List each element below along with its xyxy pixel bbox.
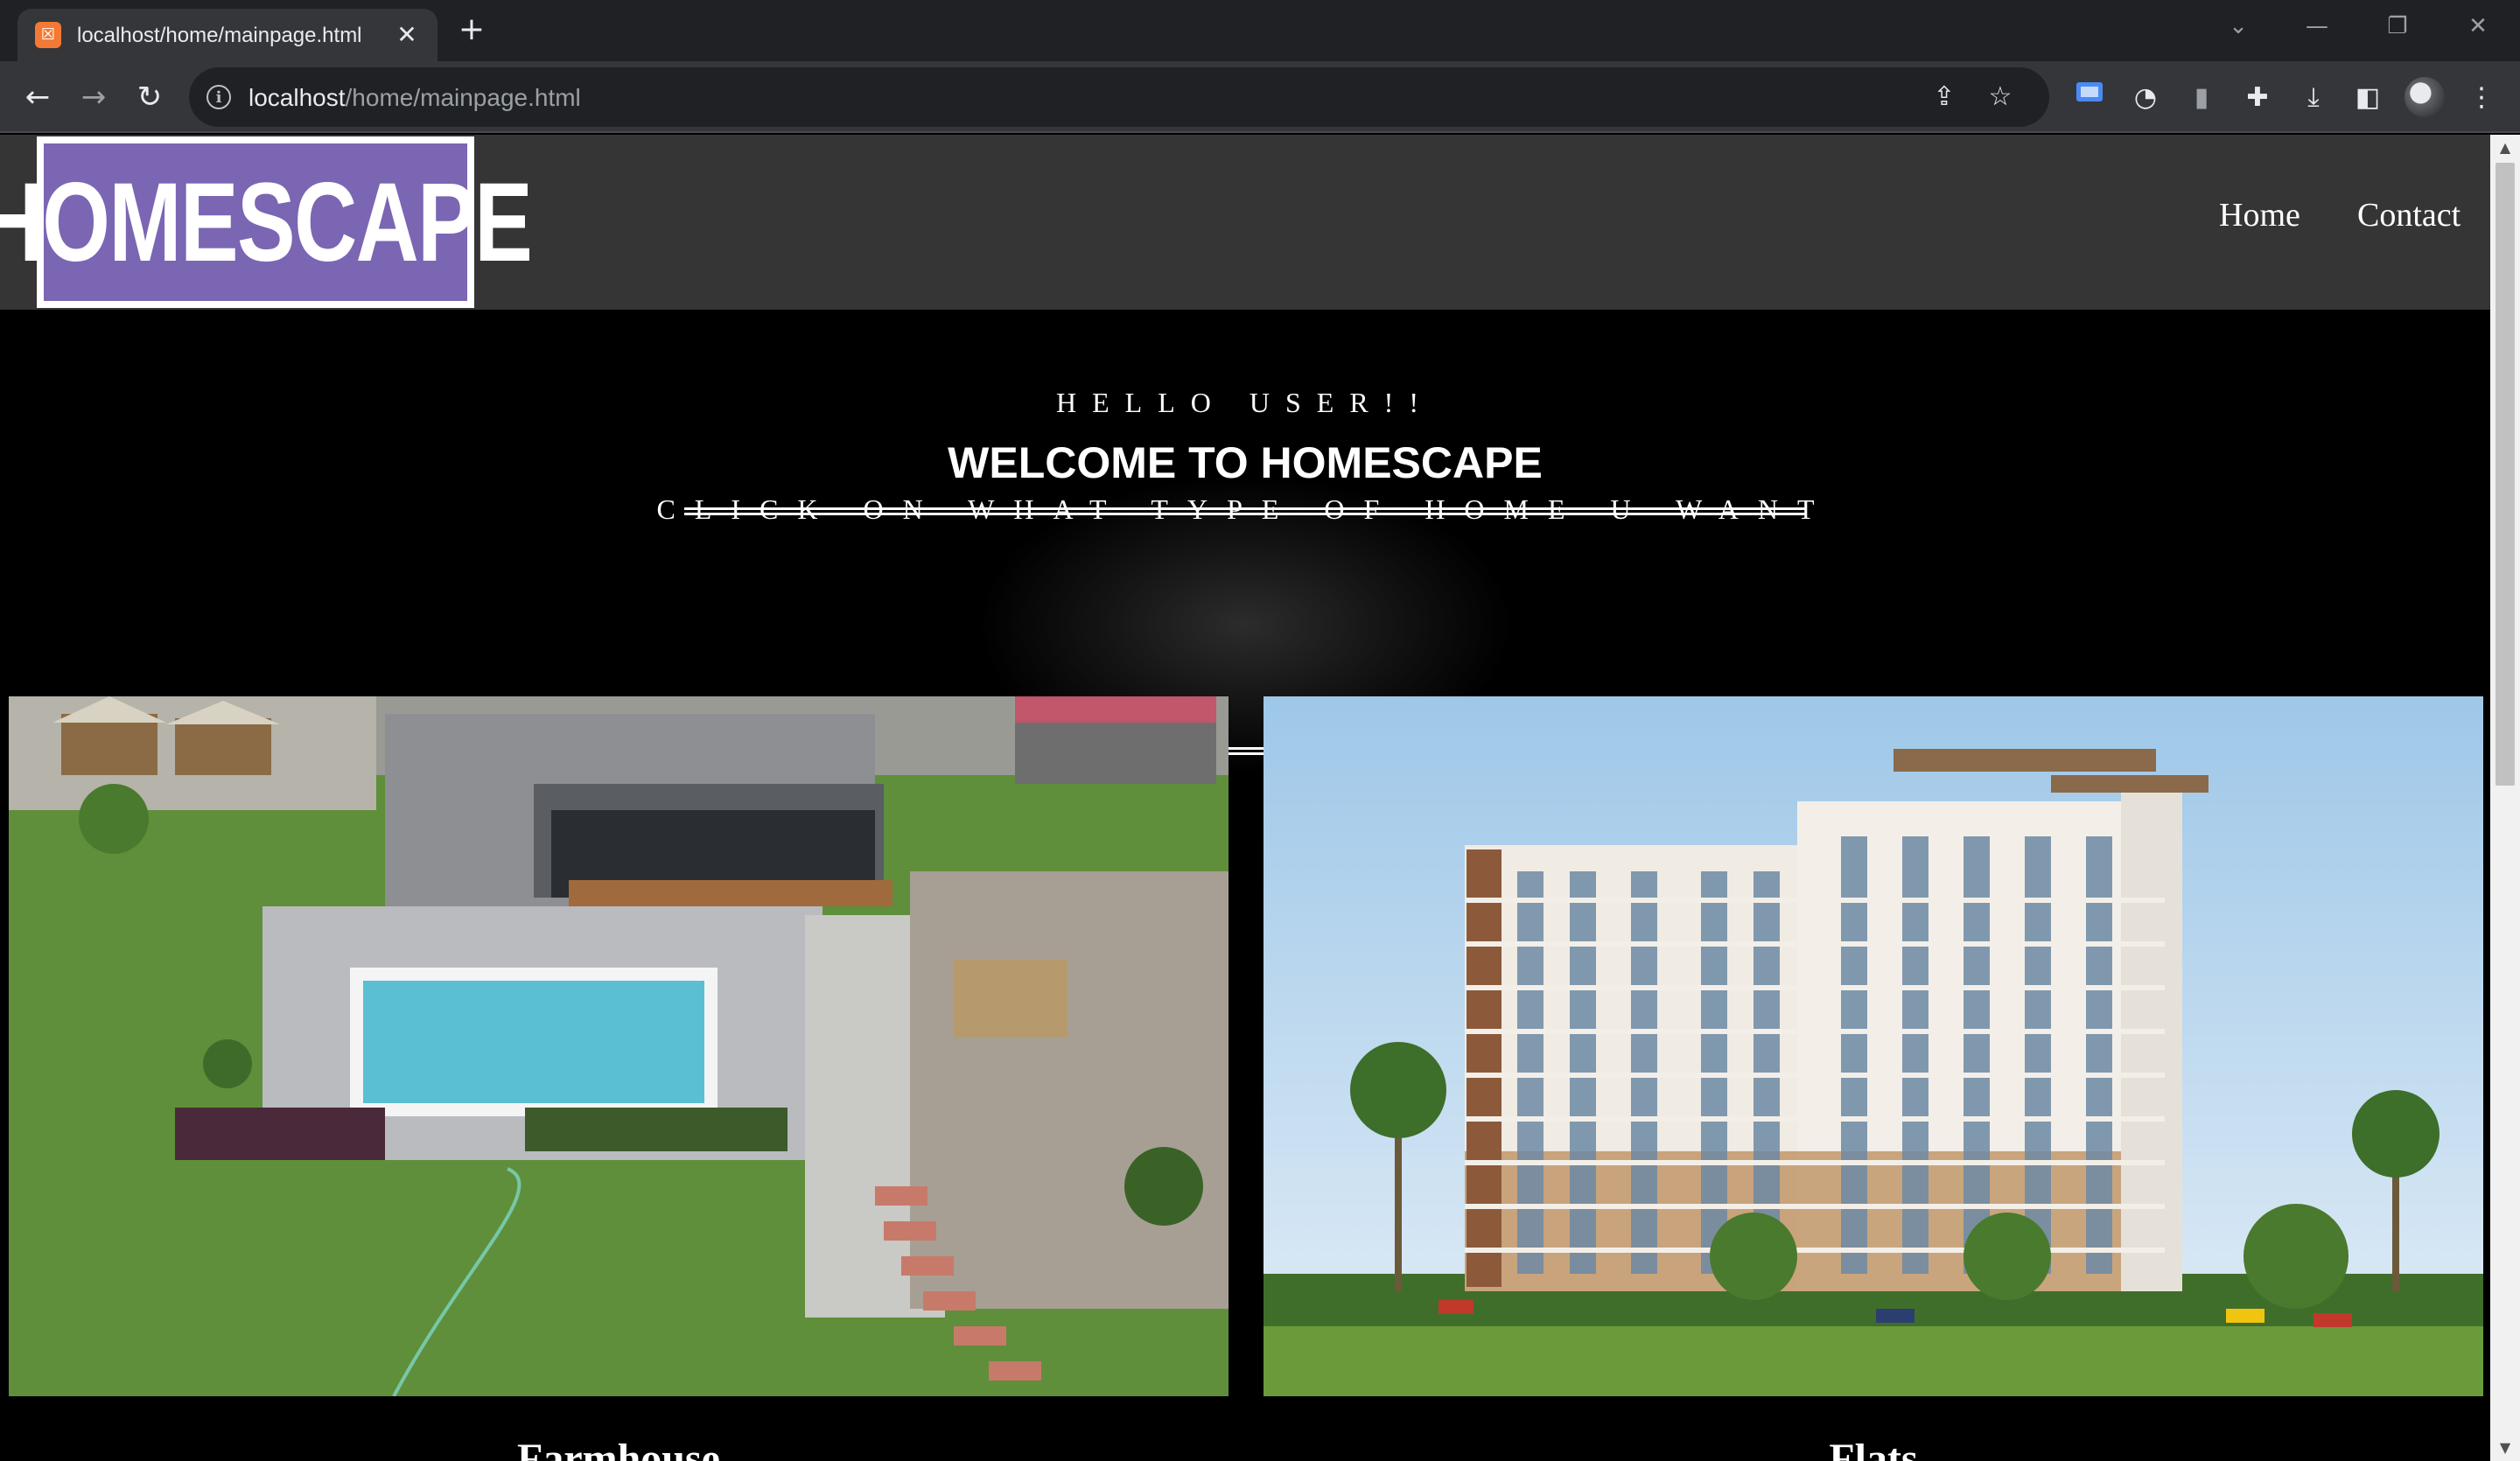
flats-image[interactable]: [1264, 696, 2483, 1396]
extension-dim-icon[interactable]: ▮: [2182, 79, 2221, 117]
tab-close-icon[interactable]: ✕: [392, 20, 422, 50]
share-icon[interactable]: ⇪: [1927, 80, 1962, 115]
minimize-button[interactable]: —: [2291, 5, 2343, 47]
restore-button[interactable]: ❐: [2371, 5, 2424, 47]
url-host: localhost: [248, 84, 346, 111]
hero-greeting: HELLO USER!!: [1056, 387, 1434, 418]
nav-home-link[interactable]: Home: [2219, 196, 2300, 234]
scroll-up-arrow-icon[interactable]: ▲: [2490, 135, 2520, 161]
hero-title: WELCOME TO HOMESCAPE: [948, 438, 1543, 487]
address-bar[interactable]: i localhost/home/mainpage.html ⇪ ☆: [189, 67, 2049, 127]
extension-screen-icon[interactable]: [2070, 79, 2109, 117]
side-panel-icon[interactable]: ◧: [2348, 79, 2387, 117]
hero-subtitle: CLICK ON WHAT TYPE OF HOME U WANT: [656, 493, 1834, 525]
browser-tabstrip: ☒ localhost/home/mainpage.html ✕ + ⌄ — ❐…: [0, 0, 2520, 61]
site-logo[interactable]: HOMESCAPE: [0, 136, 532, 308]
reload-button[interactable]: ↻: [130, 77, 170, 117]
farmhouse-photo: [9, 696, 1228, 1396]
close-window-button[interactable]: ✕: [2452, 5, 2504, 47]
browser-tab[interactable]: ☒ localhost/home/mainpage.html ✕: [18, 9, 438, 61]
profile-avatar[interactable]: [2404, 77, 2445, 117]
tab-search-icon[interactable]: ⌄: [2212, 5, 2264, 47]
site-info-icon[interactable]: i: [206, 85, 231, 109]
extensions-puzzle-icon[interactable]: ✚: [2238, 79, 2277, 117]
logo-text: HOMESCAPE: [0, 159, 532, 285]
farmhouse-image[interactable]: [9, 696, 1228, 1396]
url-text[interactable]: localhost/home/mainpage.html: [248, 84, 581, 112]
xampp-favicon-icon: ☒: [35, 22, 61, 48]
scrollbar-thumb[interactable]: [2496, 163, 2515, 786]
bookmark-star-icon[interactable]: ☆: [1983, 80, 2018, 115]
extension-gauge-icon[interactable]: ◔: [2126, 79, 2165, 117]
scroll-down-arrow-icon[interactable]: ▼: [2490, 1435, 2520, 1461]
nav-contact-link[interactable]: Contact: [2357, 196, 2460, 234]
farmhouse-caption[interactable]: Farmhouse: [9, 1435, 1228, 1461]
forward-button[interactable]: →: [74, 77, 114, 117]
download-icon[interactable]: ⤓: [2294, 79, 2333, 117]
vertical-scrollbar[interactable]: ▲ ▼: [2490, 135, 2520, 1461]
url-path: /home/mainpage.html: [345, 84, 581, 111]
tab-title: localhost/home/mainpage.html: [77, 24, 362, 47]
flats-photo: [1264, 696, 2483, 1396]
site-header: HOMESCAPE Home Contact: [0, 135, 2490, 310]
logo-background: HOMESCAPE: [0, 143, 532, 301]
flats-caption[interactable]: Flats: [1264, 1435, 2483, 1461]
menu-kebab-icon[interactable]: ⋮: [2462, 79, 2501, 117]
back-button[interactable]: ←: [18, 77, 58, 117]
new-tab-button[interactable]: +: [453, 12, 490, 49]
page-viewport: HOMESCAPE Home Contact HELLO USER!! WELC…: [0, 135, 2520, 1461]
